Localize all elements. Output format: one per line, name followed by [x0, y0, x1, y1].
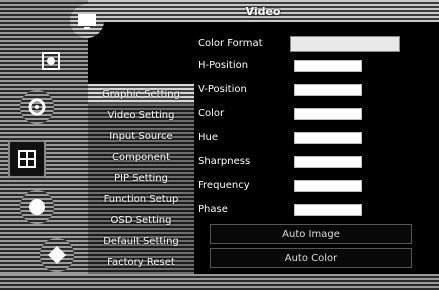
- menu-item-label: OSD Setting: [110, 214, 172, 226]
- menu-item-input-source[interactable]: Input Source: [88, 126, 194, 146]
- color-label: Color: [198, 107, 225, 119]
- frequency-label: Frequency: [198, 179, 250, 191]
- display-icon[interactable]: [70, 4, 104, 38]
- color-format-label: Color Format: [198, 37, 263, 49]
- hue-label: Hue: [198, 131, 219, 143]
- menu-item-default-setting[interactable]: Default Setting: [88, 231, 194, 251]
- menu-item-label: Graphic Setting: [102, 88, 180, 100]
- menu-list: Graphic Setting Video Setting Input Sour…: [88, 84, 194, 274]
- bottom-background-band: [0, 274, 439, 290]
- menu-item-function-setup[interactable]: Function Setup: [88, 189, 194, 209]
- power-icon[interactable]: [40, 238, 74, 272]
- menu-item-pip-setting[interactable]: PIP Setting: [88, 168, 194, 188]
- menu-item-label: Factory Reset: [107, 256, 175, 268]
- menu-item-label: Default Setting: [103, 235, 179, 247]
- menu-item-label: Video Setting: [107, 109, 175, 121]
- window-title: Video: [245, 4, 281, 18]
- picture-icon[interactable]: [34, 44, 68, 78]
- grid-icon[interactable]: [8, 140, 46, 178]
- menu-item-label: Input Source: [109, 130, 173, 142]
- auto-color-button[interactable]: Auto Color: [210, 248, 412, 268]
- menu-item-label: Component: [111, 151, 171, 163]
- audio-icon[interactable]: [20, 190, 54, 224]
- v-position-slider[interactable]: [294, 84, 362, 96]
- color-slider[interactable]: [294, 108, 362, 120]
- phase-label: Phase: [198, 203, 228, 215]
- menu-item-label: Function Setup: [103, 193, 179, 205]
- sharpness-slider[interactable]: [294, 156, 362, 168]
- osd-screen: Video Graphic Setting Video Setting Inpu…: [0, 0, 439, 290]
- menu-item-factory-reset[interactable]: Factory Reset: [88, 252, 194, 272]
- menu-item-label: PIP Setting: [114, 172, 168, 184]
- menu-item-video-setting[interactable]: Video Setting: [88, 105, 194, 125]
- color-format-select[interactable]: [290, 36, 400, 52]
- sharpness-label: Sharpness: [198, 155, 251, 167]
- phase-slider[interactable]: [294, 204, 362, 216]
- h-position-slider[interactable]: [294, 60, 362, 72]
- v-position-label: V-Position: [198, 83, 247, 95]
- menu-item-osd-setting[interactable]: OSD Setting: [88, 210, 194, 230]
- h-position-label: H-Position: [198, 59, 249, 71]
- menu-item-graphic-setting[interactable]: Graphic Setting: [88, 84, 194, 104]
- auto-image-button[interactable]: Auto Image: [210, 224, 412, 244]
- settings-icon[interactable]: [20, 90, 54, 124]
- frequency-slider[interactable]: [294, 180, 362, 192]
- hue-slider[interactable]: [294, 132, 362, 144]
- menu-item-component[interactable]: Component: [88, 147, 194, 167]
